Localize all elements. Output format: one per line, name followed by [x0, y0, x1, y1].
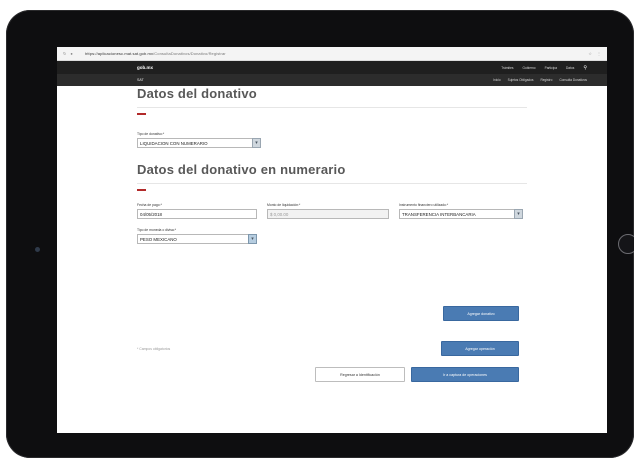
- search-icon[interactable]: ⚲: [583, 65, 587, 71]
- sat-link-inicio[interactable]: Inicio: [493, 78, 500, 82]
- sat-link-registro[interactable]: Registro: [540, 78, 552, 82]
- section-title-numerario: Datos del donativo en numerario: [137, 162, 346, 177]
- regresar-button[interactable]: Regresar a Identificación: [315, 367, 405, 382]
- title-accent: [137, 113, 146, 115]
- moneda-group: Tipo de moneda o divisa:* PESO MEXICANO …: [137, 228, 257, 244]
- tipo-donativo-label: Tipo de donativo:*: [137, 132, 165, 136]
- tipo-donativo-group: Tipo de donativo:* LIQUIDACION CON NUMER…: [137, 132, 527, 148]
- gob-nav: Trámites Gobierno Participa Datos ⚲: [501, 65, 587, 71]
- fecha-pago-value: 04/05/2018: [140, 211, 162, 217]
- agregar-donativo-button[interactable]: Agregar donativo: [443, 306, 519, 321]
- sat-header: SAT Inicio Sujetos Obligados Registro Co…: [57, 74, 607, 86]
- chevron-down-icon[interactable]: ▾: [252, 138, 261, 148]
- tipo-donativo-select[interactable]: LIQUIDACION CON NUMERARIO ▾: [137, 138, 261, 148]
- fecha-pago-label: Fecha de pago:*: [137, 203, 162, 207]
- gob-link-gobierno[interactable]: Gobierno: [522, 66, 535, 70]
- sat-brand[interactable]: SAT: [137, 78, 493, 82]
- tablet-screen: ↻ ● https://aplicacionesc.mat.sat.gob.mx…: [57, 47, 607, 433]
- section-divider: [137, 183, 527, 184]
- home-button[interactable]: [618, 234, 634, 254]
- lock-icon: ●: [70, 51, 73, 56]
- tablet-frame: ↻ ● https://aplicacionesc.mat.sat.gob.mx…: [6, 10, 634, 458]
- url-host: https://aplicacionesc.mat.sat.gob.mx: [85, 51, 154, 56]
- moneda-value: PESO MEXICANO: [140, 236, 177, 242]
- instrumento-label: Instrumento financiero utilizado:*: [399, 203, 449, 207]
- reload-icon[interactable]: ↻: [63, 51, 66, 56]
- main-content: Datos del donativo Tipo de donativo:* LI…: [137, 86, 527, 263]
- title-accent: [137, 189, 146, 191]
- gob-header: gob.mx Trámites Gobierno Participa Datos…: [57, 61, 607, 74]
- url-path: /ConsultaDonativos/Donativo/Registrar: [153, 51, 226, 56]
- star-icon[interactable]: ☆: [588, 51, 592, 56]
- fecha-pago-group: Fecha de pago:* 04/05/2018: [137, 203, 257, 219]
- browser-toolbar: ↻ ● https://aplicacionesc.mat.sat.gob.mx…: [57, 47, 607, 61]
- monto-group: Monto de liquidación:* $ 0,00.00: [267, 203, 389, 219]
- gob-logo[interactable]: gob.mx: [137, 65, 501, 70]
- browser-actions: ☆ ⋮: [588, 51, 601, 56]
- chevron-down-icon[interactable]: ▾: [248, 234, 257, 244]
- sat-nav: Inicio Sujetos Obligados Registro Consul…: [493, 78, 587, 82]
- browser-nav: ↻ ●: [63, 51, 85, 56]
- required-fields-note: * Campos obligatorios: [137, 347, 171, 351]
- chevron-down-icon[interactable]: ▾: [514, 209, 523, 219]
- camera-icon: [35, 247, 40, 252]
- moneda-label: Tipo de moneda o divisa:*: [137, 228, 177, 232]
- numerario-form: Fecha de pago:* 04/05/2018 Monto de liqu…: [137, 203, 527, 263]
- section-title-donativo: Datos del donativo: [137, 86, 257, 101]
- address-bar[interactable]: https://aplicacionesc.mat.sat.gob.mx/Con…: [85, 51, 588, 56]
- menu-icon[interactable]: ⋮: [597, 51, 601, 56]
- section-divider: [137, 107, 527, 108]
- instrumento-value: TRANSFERENCIA INTERBANCARIA: [402, 211, 476, 217]
- instrumento-group: Instrumento financiero utilizado:* TRANS…: [399, 203, 523, 219]
- ir-captura-button[interactable]: Ir a captura de operaciones: [411, 367, 519, 382]
- sat-link-sujetos[interactable]: Sujetos Obligados: [508, 78, 534, 82]
- moneda-select[interactable]: PESO MEXICANO ▾: [137, 234, 257, 244]
- sat-link-consulta[interactable]: Consulta Donativos: [559, 78, 587, 82]
- tipo-donativo-value: LIQUIDACION CON NUMERARIO: [140, 140, 208, 146]
- agregar-operacion-button[interactable]: Agregar operación: [441, 341, 519, 356]
- monto-value: $ 0,00.00: [270, 211, 289, 217]
- gob-link-participa[interactable]: Participa: [545, 66, 557, 70]
- gob-link-tramites[interactable]: Trámites: [501, 66, 513, 70]
- monto-label: Monto de liquidación:*: [267, 203, 301, 207]
- instrumento-select[interactable]: TRANSFERENCIA INTERBANCARIA ▾: [399, 209, 523, 219]
- gob-link-datos[interactable]: Datos: [566, 66, 574, 70]
- fecha-pago-input[interactable]: 04/05/2018: [137, 209, 257, 219]
- monto-input[interactable]: $ 0,00.00: [267, 209, 389, 219]
